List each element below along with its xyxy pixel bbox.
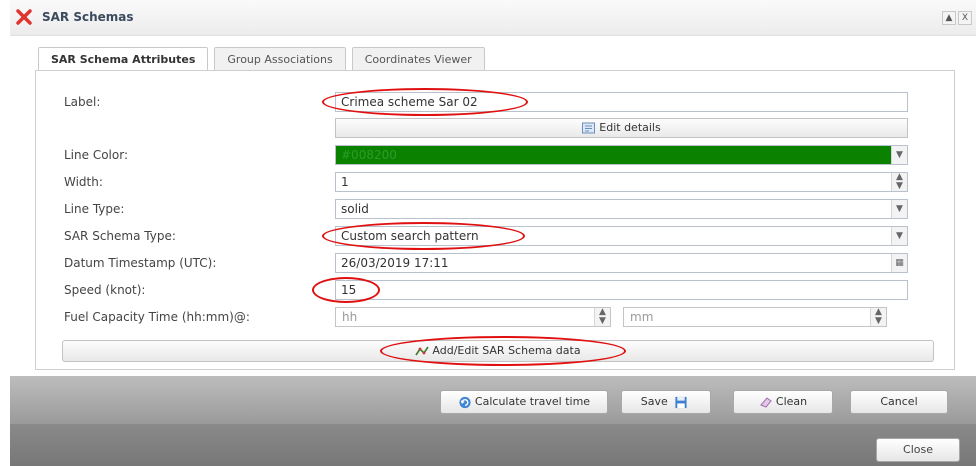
tab-bar: SAR Schema Attributes Group Associations… [38,47,485,72]
close-button[interactable]: Close [876,438,960,462]
sar-schemas-window: SAR Schemas ▲ X SAR Schema Attributes Gr… [10,0,976,466]
label-field-label: Label: [64,95,101,109]
floppy-disk-icon [675,396,687,408]
window-controls: ▲ X [942,11,972,25]
close-x-icon[interactable] [16,9,32,25]
tab-sar-schema-attributes[interactable]: SAR Schema Attributes [38,47,209,72]
window-bottom-bar [10,424,976,466]
line-type-label: Line Type: [64,202,125,216]
sar-schema-type-label: SAR Schema Type: [64,229,176,243]
spinner-icon[interactable]: ▲ ▼ [594,308,610,326]
spinner-icon[interactable]: ▲ ▼ [891,173,907,191]
datum-timestamp-label: Datum Timestamp (UTC): [64,256,217,270]
edit-details-label: Edit details [599,121,661,134]
line-color-select[interactable]: #008200 ▼ [335,145,908,165]
width-label: Width: [64,175,103,189]
datum-timestamp-value: 26/03/2019 17:11 [341,256,449,270]
save-label: Save [640,395,668,408]
calculate-travel-time-button[interactable]: Calculate travel time [440,390,608,414]
edit-details-button[interactable]: Edit details [335,118,908,138]
refresh-icon [459,396,471,408]
speed-input[interactable]: 15 [335,280,908,300]
add-edit-sar-data-button[interactable]: Add/Edit SAR Schema data [62,340,934,362]
chevron-down-icon[interactable]: ▼ [891,227,907,245]
chevron-down-icon[interactable]: ▼ [891,146,907,164]
datum-timestamp-input[interactable]: 26/03/2019 17:11 ▦ [335,253,908,273]
cancel-button[interactable]: Cancel [850,390,948,414]
tab-group-associations[interactable]: Group Associations [214,47,346,71]
calendar-icon[interactable]: ▦ [891,254,907,272]
fuel-hours-placeholder: hh [342,310,358,324]
line-color-value: #008200 [341,148,397,162]
clean-button[interactable]: Clean [733,390,833,414]
clean-label: Clean [775,395,808,408]
route-edit-icon [415,346,430,356]
calculate-travel-time-label: Calculate travel time [474,395,591,408]
fuel-minutes-input[interactable]: mm ▲ ▼ [623,307,887,327]
eraser-icon [760,397,772,408]
edit-details-icon [582,122,596,134]
add-edit-sar-data-label: Add/Edit SAR Schema data [432,344,581,357]
speed-label: Speed (knot): [64,283,146,297]
collapse-button[interactable]: ▲ [942,11,956,25]
title-bar: SAR Schemas ▲ X [10,0,976,36]
window-title: SAR Schemas [42,10,134,24]
tab-coordinates-viewer[interactable]: Coordinates Viewer [351,47,485,71]
window-close-button[interactable]: X [958,11,972,25]
fuel-minutes-placeholder: mm [630,310,654,324]
label-input[interactable]: Crimea scheme Sar 02 [335,92,908,112]
line-type-select[interactable]: solid ▼ [335,199,908,219]
fuel-hours-input[interactable]: hh ▲ ▼ [335,307,611,327]
width-value: 1 [341,175,349,189]
width-stepper[interactable]: 1 ▲ ▼ [335,172,908,192]
sar-schema-type-value: Custom search pattern [341,229,479,243]
fuel-capacity-label: Fuel Capacity Time (hh:mm)@: [64,310,250,324]
sar-schema-type-select[interactable]: Custom search pattern ▼ [335,226,908,246]
line-color-label: Line Color: [64,148,128,162]
line-type-value: solid [341,202,369,216]
chevron-down-icon[interactable]: ▼ [891,200,907,218]
spinner-icon[interactable]: ▲ ▼ [870,308,886,326]
save-button[interactable]: Save [621,390,711,414]
